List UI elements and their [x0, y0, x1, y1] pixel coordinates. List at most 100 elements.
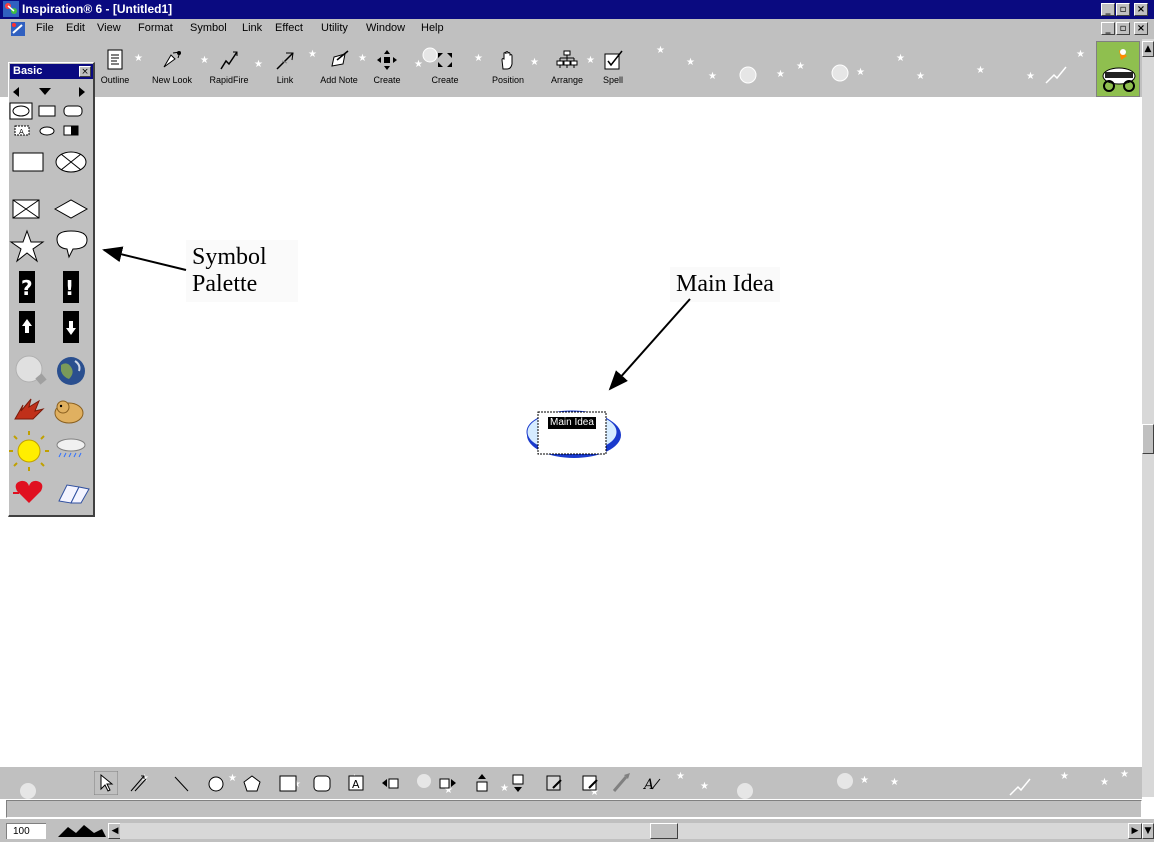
rectangle-icon[interactable]: [12, 152, 44, 172]
sun-icon[interactable]: [9, 431, 49, 471]
callout-line-1: Symbol: [192, 244, 267, 270]
text-tool-icon[interactable]: A: [344, 771, 368, 795]
doc-minimize-button[interactable]: _: [1101, 22, 1115, 35]
polygon-tool-icon[interactable]: [240, 771, 264, 795]
svg-text:★: ★: [860, 775, 869, 786]
palette-close-button[interactable]: ×: [79, 66, 91, 77]
speech-bubble-icon[interactable]: [56, 230, 88, 259]
menu-symbol[interactable]: Symbol: [190, 22, 227, 34]
ellipse-small-icon[interactable]: [39, 126, 55, 136]
rectangle-small-icon[interactable]: [38, 105, 56, 117]
svg-text:★: ★: [414, 59, 423, 70]
status-bar: 100 ◀ ▶ ▼: [0, 819, 1154, 842]
main-idea-label[interactable]: Main Idea: [548, 417, 596, 429]
menu-format[interactable]: Format: [138, 22, 173, 34]
rain-cloud-icon[interactable]: [56, 438, 86, 458]
vertical-scroll-thumb[interactable]: [1142, 424, 1154, 454]
book-icon[interactable]: [58, 484, 90, 504]
svg-text:★: ★: [228, 773, 237, 784]
diamond-icon[interactable]: [53, 199, 89, 219]
toolbar-decoration-icon: ★★★ ★★★ ★★★ ★★★ ★★★ ★★★ ★★★ ★: [134, 45, 1135, 84]
svg-text:★: ★: [700, 781, 709, 792]
bring-front-tool-icon[interactable]: [436, 771, 460, 795]
palette-prev-icon[interactable]: [13, 87, 19, 97]
globe-icon[interactable]: [57, 357, 85, 385]
svg-text:★: ★: [890, 777, 899, 788]
window-title: Inspiration® 6 - [Untitled1]: [22, 2, 173, 16]
move-up-tool-icon[interactable]: [470, 771, 494, 795]
main-toolbar: Outline New Look RapidFire Link Add Note…: [96, 39, 1144, 97]
star-icon[interactable]: [9, 229, 45, 263]
hint-bar: [6, 800, 1142, 818]
menu-view[interactable]: View: [97, 22, 121, 34]
dog-icon[interactable]: [54, 400, 84, 424]
zoom-level[interactable]: 100: [6, 823, 46, 839]
menu-help[interactable]: Help: [421, 22, 444, 34]
leaf-icon[interactable]: [14, 398, 45, 420]
svg-text:★: ★: [254, 59, 263, 70]
doc-restore-button[interactable]: ▫: [1116, 22, 1130, 35]
scroll-down-button[interactable]: ▼: [1142, 823, 1154, 839]
zoom-mountain-icon[interactable]: [56, 823, 108, 839]
mascot-icon[interactable]: [1096, 41, 1140, 97]
horizontal-scrollbar[interactable]: [120, 823, 1130, 839]
circle-tool-icon[interactable]: [204, 771, 228, 795]
svg-text:A: A: [642, 777, 654, 793]
palette-title-bar[interactable]: Basic ×: [10, 64, 93, 79]
svg-text:★: ★: [796, 61, 805, 72]
inspiration-app-icon[interactable]: [3, 1, 19, 17]
close-button[interactable]: ×: [1134, 3, 1148, 16]
svg-text:★: ★: [530, 57, 539, 68]
symbol-palette: Basic × A ? !: [8, 62, 95, 517]
svg-text:★: ★: [896, 53, 905, 64]
svg-text:★: ★: [586, 55, 595, 66]
svg-text:★: ★: [916, 71, 925, 82]
maximize-button[interactable]: ▫: [1116, 3, 1130, 16]
send-back-tool-icon[interactable]: [378, 771, 402, 795]
line-color-tool-icon[interactable]: [578, 771, 602, 795]
svg-text:★: ★: [1076, 49, 1085, 60]
svg-text:★: ★: [776, 69, 785, 80]
minimize-button[interactable]: _: [1101, 3, 1115, 16]
main-idea-node[interactable]: [522, 406, 628, 466]
menu-edit[interactable]: Edit: [66, 22, 85, 34]
svg-text:A: A: [352, 778, 360, 791]
main-idea-arrow: [608, 298, 691, 391]
callout-line-2: Palette: [192, 271, 258, 297]
drawing-toolbar: ★★★ ★★★ ★★★ ★★★ ★★ A A: [0, 767, 1142, 799]
link-tool-icon[interactable]: [126, 771, 150, 795]
svg-text:★: ★: [708, 71, 717, 82]
svg-text:A: A: [19, 128, 24, 136]
text-style-tool-icon[interactable]: A: [640, 771, 664, 795]
rounded-rect-small-icon[interactable]: [63, 105, 83, 117]
svg-text:★: ★: [676, 771, 685, 782]
rounded-square-tool-icon[interactable]: [310, 771, 334, 795]
heart-icon[interactable]: [13, 480, 43, 503]
brush-tool-icon[interactable]: [610, 771, 634, 795]
menu-effect[interactable]: Effect: [275, 22, 303, 34]
palette-symbols: A ? !: [9, 87, 90, 504]
line-tool-icon[interactable]: [170, 771, 194, 795]
scroll-up-button[interactable]: ▲: [1142, 41, 1154, 57]
doc-close-button[interactable]: ×: [1134, 22, 1148, 35]
scroll-right-button[interactable]: ▶: [1128, 823, 1142, 839]
horizontal-scroll-thumb[interactable]: [650, 823, 678, 839]
fill-tool-icon[interactable]: [542, 771, 566, 795]
light-bulb-icon[interactable]: [15, 355, 47, 385]
symbol-palette-callout: Symbol Palette: [186, 240, 298, 302]
pointer-tool-icon[interactable]: [94, 771, 118, 795]
svg-text:★: ★: [200, 55, 209, 66]
svg-text:★: ★: [1120, 769, 1129, 780]
palette-menu-icon[interactable]: [39, 88, 51, 95]
menu-window[interactable]: Window: [366, 22, 405, 34]
menu-file[interactable]: File: [36, 22, 54, 34]
menu-utility[interactable]: Utility: [321, 22, 348, 34]
vertical-scrollbar[interactable]: [1142, 39, 1154, 797]
square-tool-icon[interactable]: [276, 771, 300, 795]
svg-text:★: ★: [474, 53, 483, 64]
document-icon[interactable]: [10, 21, 26, 37]
move-down-tool-icon[interactable]: [506, 771, 530, 795]
svg-text:★: ★: [308, 49, 317, 60]
menu-link[interactable]: Link: [242, 22, 262, 34]
palette-next-icon[interactable]: [79, 87, 85, 97]
